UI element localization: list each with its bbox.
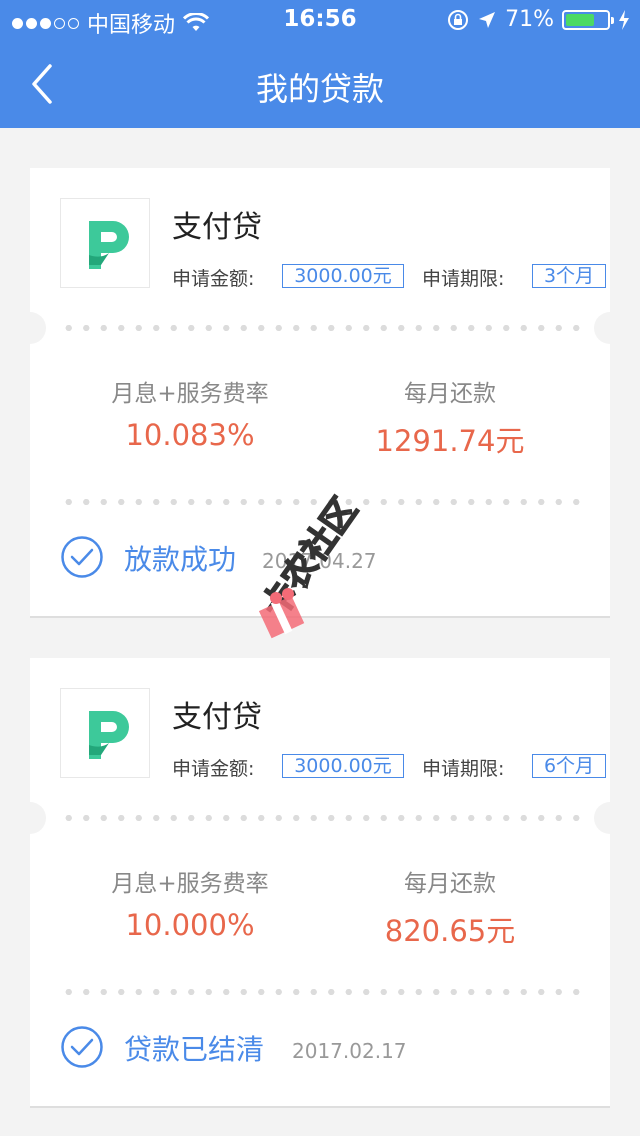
rate-label: 月息+服务费率 [111, 381, 269, 407]
charging-bolt-icon [619, 9, 629, 30]
dotted-divider [60, 499, 580, 505]
orientation-lock-icon [448, 9, 469, 30]
term-value: 6个月 [532, 754, 606, 778]
monthly-value: 1291.74元 [375, 424, 525, 458]
ticket-notch-left [14, 802, 46, 834]
battery-percent: 71% [505, 7, 554, 32]
term-value: 3个月 [532, 264, 606, 288]
ticket-notch-left [14, 312, 46, 344]
page-title: 我的贷款 [255, 70, 384, 108]
amount-value: 3000.00元 [282, 264, 404, 288]
product-name: 支付贷 [172, 210, 262, 245]
loan-card[interactable]: 支付贷 申请金额: 3000.00元 申请期限: 3个月 月息+服务费率 10.… [14, 168, 626, 616]
loan-status: 放款成功 [124, 543, 237, 576]
battery-level [566, 13, 595, 26]
dotted-divider [60, 815, 580, 821]
loan-status: 贷款已结清 [124, 1033, 265, 1066]
loan-card[interactable]: 支付贷 申请金额: 3000.00元 申请期限: 6个月 月息+服务费率 10.… [14, 658, 626, 1106]
amount-label: 申请金额: [172, 268, 255, 290]
product-name: 支付贷 [172, 700, 262, 735]
p-logo-icon [89, 221, 129, 269]
check-circle-icon [61, 536, 103, 578]
term-label: 申请期限: [422, 758, 505, 780]
monthly-label: 每月还款 [404, 871, 496, 897]
loan-date: 2017.02.17 [292, 1039, 407, 1063]
product-logo [60, 198, 150, 288]
ticket-notch-right [594, 802, 626, 834]
location-arrow-icon [479, 11, 496, 28]
amount-label: 申请金额: [172, 758, 255, 780]
dotted-divider [60, 325, 580, 331]
status-bar-right: 71% [447, 7, 630, 32]
rate-label: 月息+服务费率 [111, 871, 269, 897]
battery-icon [562, 9, 614, 30]
p-logo-icon [89, 711, 129, 759]
app-header: 中国移动 16:56 71% 我的贷款 [0, 0, 640, 128]
rate-value: 10.083% [125, 418, 255, 452]
loan-date: 2017.04.27 [262, 549, 377, 573]
amount-value: 3000.00元 [282, 754, 404, 778]
monthly-label: 每月还款 [404, 381, 496, 407]
product-logo [60, 688, 150, 778]
check-circle-icon [61, 1026, 103, 1068]
rate-value: 10.000% [125, 908, 255, 942]
ticket-notch-right [594, 312, 626, 344]
status-bar: 中国移动 16:56 71% [0, 0, 640, 40]
monthly-value: 820.65元 [384, 914, 516, 948]
dotted-divider [60, 989, 580, 995]
term-label: 申请期限: [422, 268, 505, 290]
